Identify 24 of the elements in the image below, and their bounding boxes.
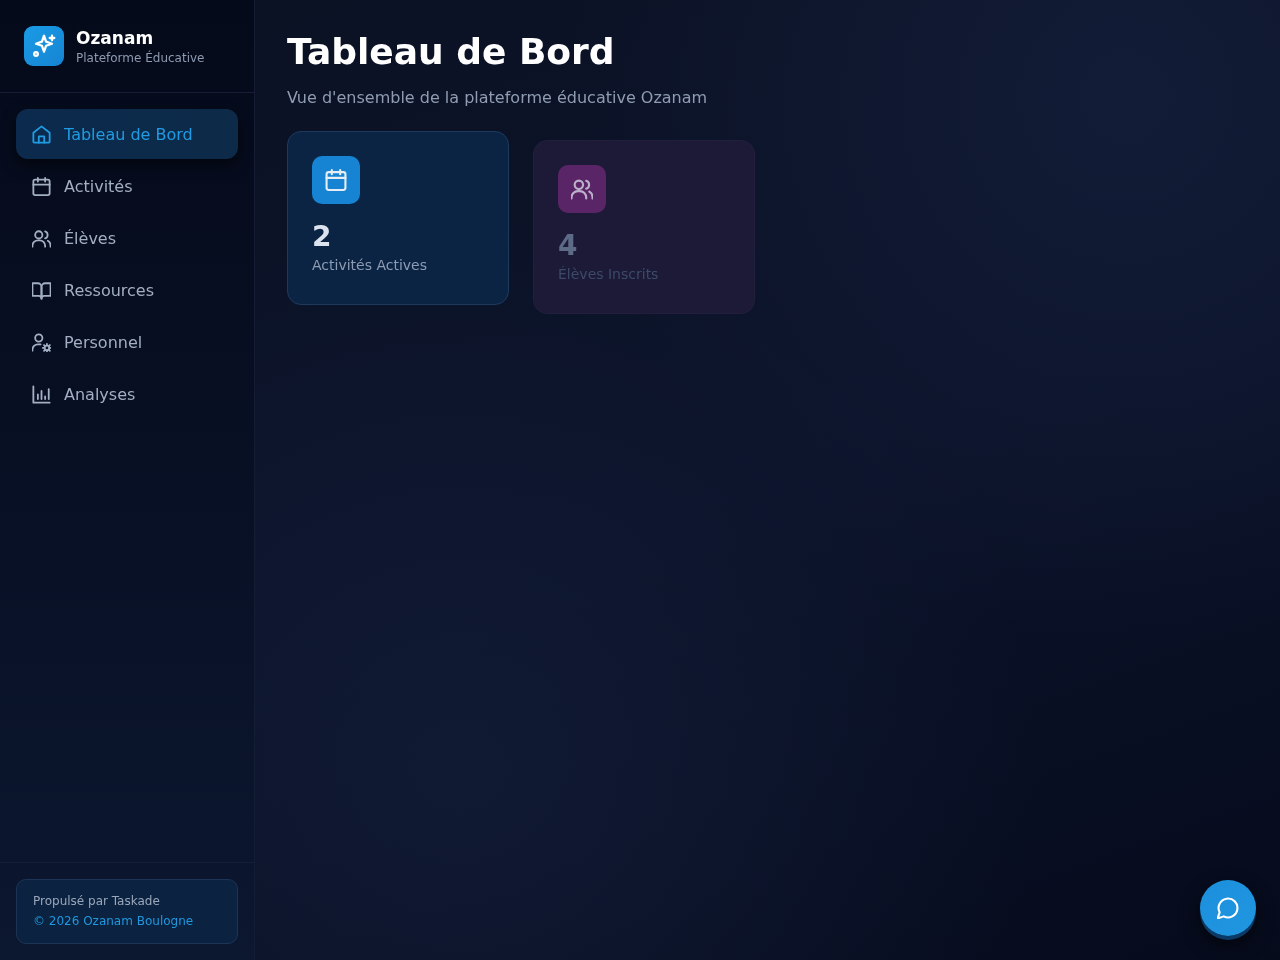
stat-value: 4 [558, 229, 579, 263]
speech-bubble-icon [1217, 897, 1239, 919]
sparkle-logo-icon [24, 26, 64, 66]
bar-chart-icon [32, 384, 51, 404]
brand-tagline: Plateforme Éducative [76, 49, 205, 66]
copyright-text: © 2026 Ozanam Boulogne [33, 913, 195, 930]
house-icon [32, 124, 51, 144]
nav-item[interactable]: Personnel [16, 317, 238, 367]
nav-item[interactable]: Tableau de Bord [16, 109, 238, 159]
chat-button[interactable] [1200, 880, 1256, 936]
nav-item[interactable]: Ressources [16, 265, 238, 315]
people-icon [32, 228, 51, 248]
calendar-icon [32, 176, 51, 196]
stat-label: Activités Actives [312, 256, 429, 274]
nav-item[interactable]: Élèves [16, 213, 238, 263]
brand-name: Ozanam [76, 26, 155, 49]
nav-item[interactable]: Analyses [16, 369, 238, 419]
page-subtitle: Vue d'ensemble de la plateforme éducative Ozanam [287, 88, 709, 108]
powered-by-text: Propulsé par Taskade [33, 893, 161, 910]
book-icon [32, 280, 51, 300]
page-title: Tableau de Bord [287, 32, 616, 72]
person-gear-icon [32, 332, 51, 352]
stat-value: 2 [312, 220, 333, 254]
nav-item[interactable]: Activités [16, 161, 238, 211]
